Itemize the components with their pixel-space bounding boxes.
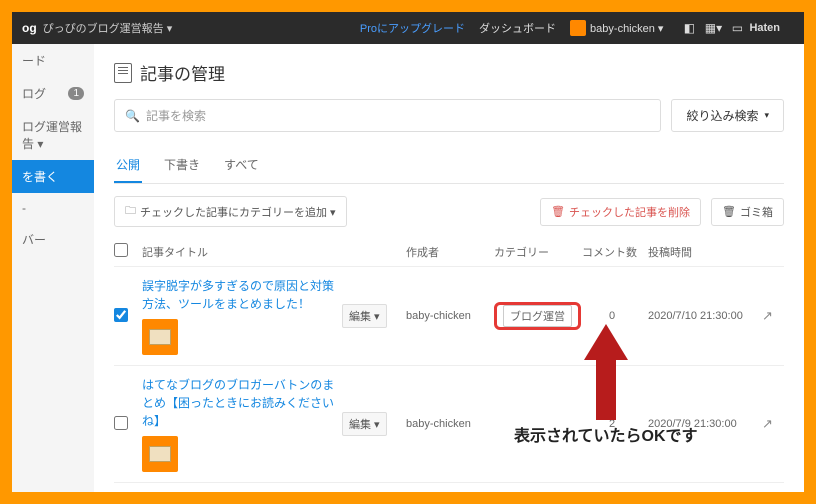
sidebar: ード ログ1 ログ運営報告 ▾ を書く - バー <box>12 44 94 492</box>
trash-icon: 🗑 <box>551 205 565 218</box>
external-link-icon[interactable]: ↗ <box>762 308 784 324</box>
delete-checked-button[interactable]: 🗑チェックした記事を削除 <box>540 198 701 226</box>
tab-draft[interactable]: 下書き <box>162 148 202 183</box>
row-checkbox[interactable] <box>114 416 128 430</box>
avatar <box>570 20 586 36</box>
search-icon: 🔍 <box>125 109 140 123</box>
badge: 1 <box>68 87 84 100</box>
trash-icon: 🗑 <box>722 205 736 218</box>
edit-button[interactable]: 編集 ▾ <box>342 412 387 436</box>
author-cell: baby-chicken <box>406 418 488 430</box>
sidebar-item[interactable]: ログ運営報告 ▾ <box>12 110 94 160</box>
col-category: カテゴリー <box>494 244 576 260</box>
thumbnail <box>142 319 178 355</box>
article-title-link[interactable]: 誤字脱字が多すぎるので原因と対策方法、ツールをまとめました！ <box>142 279 334 311</box>
comments-cell: 2 <box>582 418 642 430</box>
time-cell: 2020/7/10 21:30:00 <box>648 310 756 322</box>
topbar: og ぴっぴのブログ運営報告 ▾ Proにアップグレード ダッシュボード bab… <box>12 12 804 44</box>
sidebar-item[interactable]: - <box>12 193 94 223</box>
folder-icon: 🗀 <box>125 202 136 221</box>
search-input[interactable]: 🔍 記事を検索 <box>114 99 661 132</box>
hatena-link[interactable]: Haten <box>749 22 780 34</box>
user-menu[interactable]: baby-chicken ▾ <box>590 22 663 35</box>
chevron-down-icon: ▾ <box>764 110 769 121</box>
article-title-link[interactable]: はてなブログのブロガーバトンのまとめ【困ったときにお読みくださいね】 <box>142 378 334 428</box>
comments-cell: 0 <box>582 310 642 322</box>
brand-logo: og <box>22 21 37 35</box>
category-highlight: ブログ運営 <box>494 302 581 330</box>
col-comments: コメント数 <box>582 244 642 260</box>
chat-icon[interactable]: ▭ <box>728 21 746 35</box>
main-content: 記事の管理 🔍 記事を検索 絞り込み検索▾ 公開 下書き すべて 🗀チェックした… <box>94 44 804 492</box>
tab-public[interactable]: 公開 <box>114 148 142 183</box>
page-title-row: 記事の管理 <box>114 60 784 85</box>
filter-button[interactable]: 絞り込み検索▾ <box>671 99 784 132</box>
sidebar-item[interactable]: バー <box>12 223 94 256</box>
page-title: 記事の管理 <box>140 60 225 85</box>
category-tag[interactable]: ブログ運営 <box>503 305 572 327</box>
row-checkbox[interactable] <box>114 308 128 322</box>
col-author: 作成者 <box>406 244 488 260</box>
select-all-checkbox[interactable] <box>114 243 128 257</box>
time-cell: 2020/7/9 21:30:00 <box>648 418 756 430</box>
col-title: 記事タイトル <box>142 244 336 260</box>
table-row: はてなブログのアイキャッチ画像の設定方法 編集 ▾ baby-chicken 2… <box>114 483 784 492</box>
category-cell: ブログ運営 <box>494 305 576 327</box>
bookmark-icon[interactable]: ◧ <box>680 21 698 35</box>
tabs: 公開 下書き すべて <box>114 148 784 184</box>
col-time: 投稿時間 <box>648 244 756 260</box>
toolbar: 🗀チェックした記事にカテゴリーを追加 ▾ 🗑チェックした記事を削除 🗑ゴミ箱 <box>114 196 784 227</box>
edit-button[interactable]: 編集 ▾ <box>342 304 387 328</box>
external-link-icon[interactable]: ↗ <box>762 416 784 432</box>
author-cell: baby-chicken <box>406 310 488 322</box>
thumbnail <box>142 436 178 472</box>
search-placeholder: 記事を検索 <box>146 107 206 124</box>
grid-icon[interactable]: ▦▾ <box>704 21 722 35</box>
table-header: 記事タイトル 作成者 カテゴリー コメント数 投稿時間 <box>114 237 784 267</box>
write-post-button[interactable]: を書く <box>12 160 94 193</box>
tab-all[interactable]: すべて <box>222 148 261 183</box>
upgrade-pro-link[interactable]: Proにアップグレード <box>360 20 465 36</box>
sidebar-item[interactable]: ード <box>12 44 94 77</box>
app-frame: og ぴっぴのブログ運営報告 ▾ Proにアップグレード ダッシュボード bab… <box>12 12 804 492</box>
dashboard-link[interactable]: ダッシュボード <box>479 20 556 36</box>
add-category-button[interactable]: 🗀チェックした記事にカテゴリーを追加 ▾ <box>114 196 347 227</box>
blog-breadcrumb[interactable]: ぴっぴのブログ運営報告 ▾ <box>43 20 173 36</box>
table-row: はてなブログのブロガーバトンのまとめ【困ったときにお読みくださいね】 編集 ▾ … <box>114 366 784 483</box>
trash-button[interactable]: 🗑ゴミ箱 <box>711 198 784 226</box>
sidebar-item[interactable]: ログ1 <box>12 77 94 110</box>
table-row: 誤字脱字が多すぎるので原因と対策方法、ツールをまとめました！ 編集 ▾ baby… <box>114 267 784 366</box>
document-icon <box>114 63 132 83</box>
